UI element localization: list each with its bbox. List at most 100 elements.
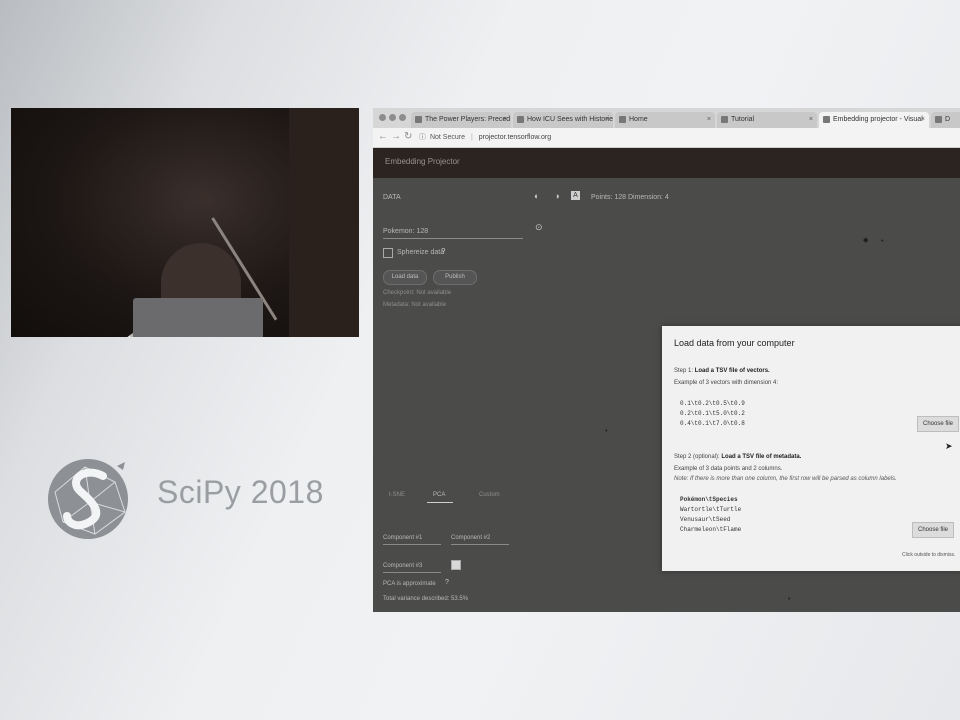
browser-tab-active[interactable]: Embedding projector - Visual × [819, 112, 929, 128]
load-data-dialog: Load data from your computer Step 1: Loa… [662, 326, 960, 571]
points-info: Points: 128 Dimension: 4 [591, 194, 669, 201]
tab-strip: The Power Players: Preced × How ICU Sees… [373, 108, 960, 128]
security-status: Not Secure [429, 134, 465, 141]
tab-favicon-icon [935, 116, 942, 123]
tab-close-icon[interactable]: × [503, 112, 507, 128]
data-section-label: DATA [383, 194, 401, 201]
scipy-logo-icon [48, 459, 128, 539]
url-divider: | [470, 134, 473, 141]
step2-instruction: Load a TSV file of metadata. [721, 454, 802, 460]
browser-tab[interactable]: The Power Players: Preced × [411, 112, 511, 128]
label-toggle-icon[interactable]: A [571, 191, 580, 200]
tab-favicon-icon [619, 116, 626, 123]
forward-arrow-icon[interactable]: → [391, 131, 401, 142]
tab-favicon-icon [823, 116, 830, 123]
browser-tab[interactable]: Home × [615, 112, 715, 128]
tab-label: How ICU Sees with Historie [527, 116, 613, 123]
tab-tsne[interactable]: t-SNE [389, 492, 405, 498]
select-underline [383, 544, 441, 545]
help-icon[interactable]: ? [445, 579, 449, 586]
step1-text: Step 1: Load a TSV file of vectors. [674, 368, 770, 374]
tab-label: The Power Players: Preced [425, 116, 511, 123]
maximize-window-icon[interactable] [399, 114, 406, 121]
laptop [133, 298, 263, 337]
app-header: Embedding Projector [373, 148, 960, 178]
tab-close-icon[interactable]: × [921, 112, 925, 128]
z-component-checkbox[interactable] [451, 560, 461, 570]
tab-label: Tutorial [731, 116, 755, 123]
browser-tab[interactable]: How ICU Sees with Historie × [513, 112, 613, 128]
tab-label: Embedding projector - Visual [833, 116, 923, 123]
reload-icon[interactable]: ↻ [404, 131, 412, 142]
step1-example-caption: Example of 3 vectors with dimension 4: [674, 380, 779, 386]
data-point-marker[interactable]: • [881, 238, 883, 245]
url-field[interactable]: ⓘ Not Secure | projector.tensorflow.org [419, 131, 949, 144]
select-underline [383, 572, 441, 573]
sphereize-label: Sphereize data [397, 249, 445, 256]
step1-instruction: Load a TSV file of vectors. [694, 368, 770, 374]
step2-prefix: Step 2 (optional): [674, 454, 720, 460]
vector-example-line: 0.1\t0.2\t0.5\t0.9 [680, 400, 745, 407]
x-component-select[interactable]: Component #1 [383, 535, 422, 541]
checkpoint-label: Checkpoint: Not available [383, 290, 452, 296]
help-icon[interactable]: ? [441, 247, 445, 256]
browser-window: The Power Players: Preced × How ICU Sees… [373, 108, 960, 612]
tab-label: D [945, 116, 951, 123]
sphereize-checkbox[interactable] [383, 248, 393, 258]
minimize-window-icon[interactable] [389, 114, 396, 121]
step2-note-text: Note: If there is more than one column, … [674, 476, 897, 482]
step1-prefix: Step 1: [674, 368, 694, 374]
step2-text: Step 2 (optional): Load a TSV file of me… [674, 454, 801, 460]
speaker-video [11, 108, 359, 337]
z-component-select[interactable]: Component #3 [383, 563, 422, 569]
tensor-select[interactable]: Pokemon: 128 [383, 228, 428, 235]
data-point-marker[interactable]: • [605, 428, 607, 435]
variance-label: Total variance described: 53.5% [383, 596, 469, 602]
dialog-title: Load data from your computer [674, 338, 795, 348]
data-point-marker[interactable]: • [788, 596, 790, 603]
choose-metadata-file-button[interactable]: Choose file [912, 522, 954, 538]
publish-button[interactable]: Publish [433, 270, 477, 285]
tab-custom[interactable]: Custom [479, 492, 500, 498]
tab-close-icon[interactable]: × [809, 112, 813, 128]
scipy-logo-text: SciPy 2018 [157, 474, 324, 510]
back-arrow-icon[interactable]: ← [378, 131, 388, 142]
metadata-example-line: Venusaur\tSeed [680, 516, 731, 523]
step2-example-caption: Example of 3 data points and 2 columns. [674, 466, 783, 472]
night-mode-icon[interactable]: ◖ [533, 191, 538, 201]
mouse-cursor-icon: ➤ [945, 441, 953, 451]
metadata-example-line: Wartortle\tTurtle [680, 506, 742, 513]
choose-vectors-file-button[interactable]: Choose file [917, 416, 959, 432]
address-bar: ← → ↻ ⓘ Not Secure | projector.tensorflo… [373, 128, 960, 148]
tab-pca[interactable]: PCA [433, 492, 445, 498]
browser-tab[interactable]: D [931, 112, 960, 128]
dialog-dismiss-hint: Click outside to dismiss. [902, 552, 956, 558]
metadata-example-line: Pokémon\tSpecies [680, 496, 738, 503]
vector-example-line: 0.4\t0.1\t7.0\t0.8 [680, 420, 745, 427]
select-underline [451, 544, 509, 545]
tab-favicon-icon [415, 116, 422, 123]
info-icon[interactable]: ⓘ [419, 134, 426, 141]
step2-note: Note: If there is more than one column, … [674, 476, 897, 482]
pca-approx-label: PCA is approximate [383, 581, 436, 587]
tab-label: Home [629, 116, 648, 123]
tab-pca-indicator [427, 502, 453, 503]
load-button[interactable]: Load data [383, 270, 427, 285]
moon-icon[interactable]: ◗ [555, 191, 560, 201]
y-component-select[interactable]: Component #2 [451, 535, 490, 541]
app-title: Embedding Projector [385, 157, 460, 166]
metadata-example-line: Charmeleon\tFlame [680, 526, 742, 533]
browser-tab[interactable]: Tutorial × [717, 112, 817, 128]
url-text: projector.tensorflow.org [478, 134, 552, 141]
close-window-icon[interactable] [379, 114, 386, 121]
video-wall [289, 108, 359, 337]
tab-favicon-icon [721, 116, 728, 123]
tab-favicon-icon [517, 116, 524, 123]
metadata-label: Metadata: Not available [383, 302, 447, 308]
data-point-marker[interactable]: ◆ [863, 236, 868, 244]
select-underline [383, 238, 523, 239]
tab-close-icon[interactable]: × [605, 112, 609, 128]
edit-icon[interactable]: ⊙ [535, 222, 543, 233]
projector-workspace: DATA ◖ ◗ A Points: 128 Dimension: 4 Poke… [373, 178, 960, 612]
tab-close-icon[interactable]: × [707, 112, 711, 128]
